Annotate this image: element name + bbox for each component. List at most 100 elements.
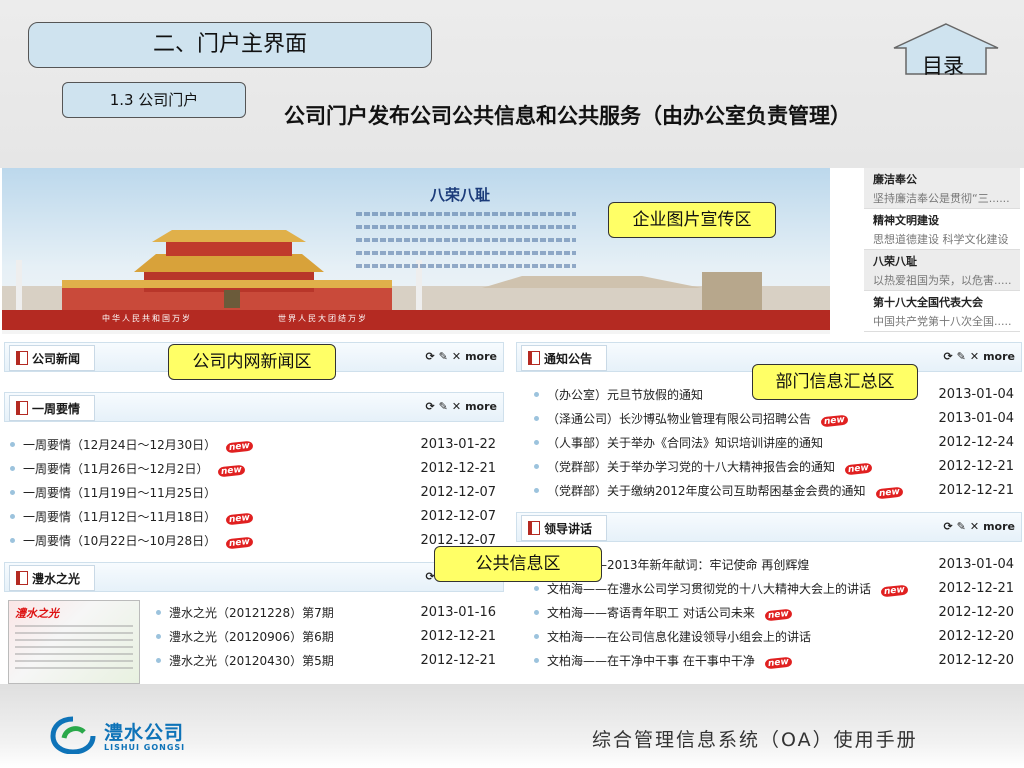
refresh-icon[interactable]: ⟳ [425,400,434,413]
close-icon[interactable]: ✕ [452,400,461,413]
close-icon[interactable]: ✕ [452,350,461,363]
more-link[interactable]: more [983,520,1015,533]
item-date: 2012-12-21 [938,458,1014,474]
close-icon[interactable]: ✕ [970,520,979,533]
edit-icon[interactable]: ✎ [439,350,448,363]
refresh-icon[interactable]: ⟳ [943,350,952,363]
new-badge: new [844,462,873,475]
item-text: 一周要情（11月26日～12月2日） [23,461,209,476]
refresh-icon[interactable]: ⟳ [943,520,952,533]
list-item[interactable]: 文柏海——2013年新年献词：牢记使命 再创辉煌 2013-01-04 [530,552,1014,576]
panel-tools: ⟳ ✎ ✕ more [943,520,1015,533]
topic-desc: 以热爱祖国为荣，以危害...... [873,274,1011,287]
callout-dept-area: 部门信息汇总区 [752,364,918,400]
item-text: 文柏海——在澧水公司学习贯彻党的十八大精神大会上的讲话 [547,581,872,596]
toc-button[interactable]: 目录 [922,50,964,80]
edit-icon[interactable]: ✎ [957,350,966,363]
panel-tools: ⟳ ✎ ✕ more [425,400,497,413]
item-text: （党群部）关于举办学习党的十八大精神报告会的通知 [547,459,836,474]
item-date: 2012-12-20 [938,652,1014,668]
list-item[interactable]: 文柏海——在干净中干事 在干事中干净 new 2012-12-20 [530,648,1014,672]
list-item[interactable]: （人事部）关于举办《合同法》知识培训讲座的通知 2012-12-24 [530,430,1014,454]
panel-tools: ⟳ ✎ ✕ more [943,350,1015,363]
document-icon [16,401,28,415]
tab-leader-speech[interactable]: 领导讲话 [521,515,608,541]
document-icon [16,571,28,585]
leader-speech-list: 文柏海——2013年新年献词：牢记使命 再创辉煌 2013-01-04 文柏海——… [530,552,1014,672]
banner-text-lines [356,212,576,277]
topic-desc: 思想道德建设 科学文化建设 [873,233,1009,246]
list-item[interactable]: 一周要情（12月24日～12月30日） new 2013-01-22 [6,432,496,456]
item-text: 文柏海——在公司信息化建设领导小组会上的讲话 [547,629,812,644]
more-link[interactable]: more [465,400,497,413]
new-badge: new [764,656,793,669]
item-text: 一周要情（11月19日～11月25日） [23,485,217,500]
slide-headline: 公司门户发布公司公共信息和公共服务（由办公室负责管理） [284,104,851,128]
document-icon [528,521,540,535]
company-logo-pinyin: LISHUI GONGSI [104,743,186,752]
list-item[interactable]: 澧水之光（20121228）第7期 2013-01-16 [152,600,496,624]
topic-item[interactable]: 精神文明建设 思想道德建设 科学文化建设 [864,209,1020,250]
manual-title: 综合管理信息系统（OA）使用手册 [592,729,918,751]
list-item[interactable]: 一周要情（11月19日～11月25日） 2012-12-07 [6,480,496,504]
tab-lishui-light[interactable]: 澧水之光 [9,565,96,591]
list-item[interactable]: （党群部）关于举办学习党的十八大精神报告会的通知 new 2012-12-21 [530,454,1014,478]
topic-item[interactable]: 第十八大全国代表大会 中国共产党第十八次全国...... [864,291,1020,332]
item-text: （人事部）关于举办《合同法》知识培训讲座的通知 [547,435,824,450]
more-link[interactable]: more [983,350,1015,363]
weekly-list: 一周要情（12月24日～12月30日） new 2013-01-22 一周要情（11… [6,432,496,552]
topic-title: 精神文明建设 [873,214,939,227]
list-item[interactable]: 一周要情（11月26日～12月2日） new 2012-12-21 [6,456,496,480]
topic-item[interactable]: 八荣八耻 以热爱祖国为荣，以危害...... [864,250,1020,291]
item-date: 2012-12-21 [938,580,1014,596]
edit-icon[interactable]: ✎ [439,400,448,413]
item-text: 澧水之光（20121228）第7期 [169,605,334,620]
topic-title: 第十八大全国代表大会 [873,296,983,309]
item-text: （党群部）关于缴纳2012年度公司互助帮困基金会费的通知 [547,483,866,498]
document-icon [528,351,540,365]
banner-strip-left: 中华人民共和国万岁 [102,314,192,323]
item-date: 2012-12-21 [420,628,496,644]
item-text: 文柏海——寄语青年职工 对话公司未来 [547,605,755,620]
item-date: 2012-12-24 [938,434,1014,450]
list-item[interactable]: 澧水之光（20120430）第5期 2012-12-21 [152,648,496,672]
new-badge: new [225,512,254,525]
item-date: 2012-12-21 [420,652,496,668]
refresh-icon[interactable]: ⟳ [425,350,434,363]
company-logo-text: 澧水公司 [104,722,185,744]
panel-title: 通知公告 [544,351,593,366]
close-icon[interactable]: ✕ [970,350,979,363]
tab-weekly[interactable]: 一周要情 [9,395,96,421]
banner-image: 八荣八耻 中华人民共和国万岁 世界人民大团结万岁 [2,168,830,334]
item-text: 一周要情（11月12日～11月18日） [23,509,217,524]
list-item[interactable]: 文柏海——寄语青年职工 对话公司未来 new 2012-12-20 [530,600,1014,624]
edit-icon[interactable]: ✎ [957,520,966,533]
notices-list: （办公室）元旦节放假的通知 2013-01-04 （泽通公司）长沙博弘物业管理有限… [530,382,1014,502]
slide-footer: 澧水公司 LISHUI GONGSI 综合管理信息系统（OA）使用手册 [0,684,1024,768]
list-item[interactable]: （党群部）关于缴纳2012年度公司互助帮困基金会费的通知 new 2012-12-2… [530,478,1014,502]
list-item[interactable]: 文柏海——在澧水公司学习贯彻党的十八大精神大会上的讲话 new 2012-12-21 [530,576,1014,600]
list-item[interactable]: 澧水之光（20120906）第6期 2012-12-21 [152,624,496,648]
item-date: 2012-12-21 [938,482,1014,498]
portal-screenshot: 八荣八耻 中华人民共和国万岁 世界人民大团结万岁 廉洁奉公 坚持廉洁奉公是贯彻“… [0,168,1024,684]
item-date: 2013-01-04 [938,386,1014,402]
panel-lishui-light: 澧水之光 ⟳ ✎ ✕ more [4,562,504,592]
lishui-light-list: 澧水之光（20121228）第7期 2013-01-16 澧水之光（2012090… [152,600,496,672]
list-item[interactable]: 一周要情（11月12日～11月18日） new 2012-12-07 [6,504,496,528]
list-item[interactable]: 文柏海——在公司信息化建设领导小组会上的讲话 2012-12-20 [530,624,1014,648]
item-text: 澧水之光（20120430）第5期 [169,653,334,668]
tab-company-news[interactable]: 公司新闻 [9,345,96,371]
panel-title: 领导讲话 [544,521,593,536]
more-link[interactable]: more [465,350,497,363]
panel-title: 澧水之光 [32,571,81,586]
list-item[interactable]: 一周要情（10月22日～10月28日） new 2012-12-07 [6,528,496,552]
tab-notices[interactable]: 通知公告 [521,345,608,371]
panel-leader-speech: 领导讲话 ⟳ ✎ ✕ more [516,512,1022,542]
topic-item[interactable]: 廉洁奉公 坚持廉洁奉公是贯彻“三...... [864,168,1020,209]
list-item[interactable]: （泽通公司）长沙博弘物业管理有限公司招聘公告 new 2013-01-04 [530,406,1014,430]
topic-title: 廉洁奉公 [873,173,917,186]
panel-title: 公司新闻 [32,351,81,366]
callout-news-area: 公司内网新闻区 [168,344,336,380]
magazine-thumbnail[interactable]: 澧水之光 [8,600,140,684]
item-text: 一周要情（12月24日～12月30日） [23,437,217,452]
